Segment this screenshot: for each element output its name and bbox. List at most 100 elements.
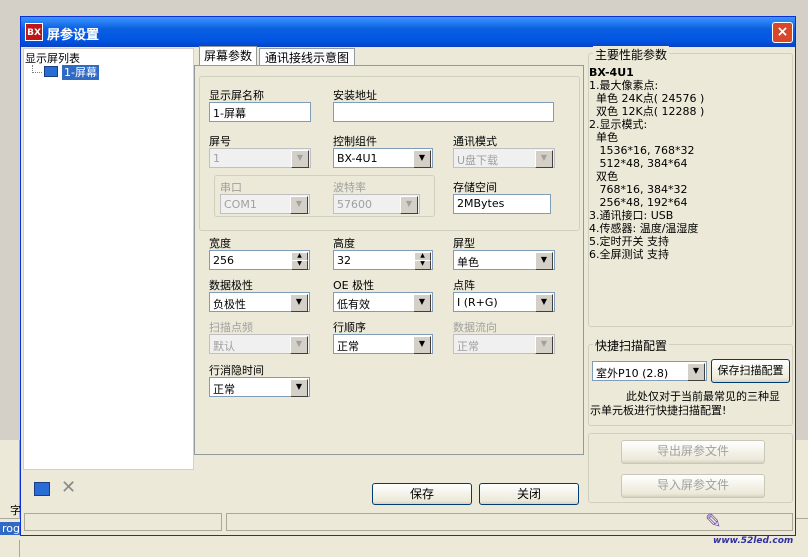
perf-line: 2.显示模式: [589, 118, 648, 131]
chevron-down-icon[interactable]: ▼ [413, 294, 431, 312]
tree-line [32, 65, 42, 73]
width-stepper[interactable]: 256 ▲ ▼ [209, 250, 310, 270]
data-polarity-value: 负极性 [213, 298, 246, 311]
storage-input[interactable]: 2MBytes [453, 194, 551, 214]
perf-line: 双色 12K点( 12288 ) [589, 105, 705, 118]
chevron-down-icon[interactable]: ▼ [413, 150, 431, 168]
perf-title: 主要性能参数 [593, 46, 670, 63]
height-value: 32 [337, 254, 351, 267]
name-label: 显示屏名称 [209, 89, 264, 102]
perf-line: 512*48, 384*64 [589, 157, 688, 170]
storage-label: 存储空间 [453, 181, 497, 194]
chevron-down-icon: ▼ [535, 336, 553, 354]
scan-freq-label: 扫描点频 [209, 321, 253, 334]
add-screen-icon[interactable] [34, 482, 50, 496]
chevron-down-icon: ▼ [290, 336, 308, 354]
save-scan-config-button[interactable]: 保存扫描配置 [711, 359, 790, 383]
oe-polarity-value: 低有效 [337, 298, 370, 311]
background-prog-label: rog [0, 522, 22, 535]
scan-preset-value: 室外P10 (2.8) [596, 367, 669, 380]
control-select[interactable]: BX-4U1 ▼ [333, 148, 433, 168]
scan-freq-value: 默认 [213, 340, 235, 353]
oe-polarity-select[interactable]: 低有效 ▼ [333, 292, 433, 312]
perf-line: 768*16, 384*32 [589, 183, 688, 196]
watermark-graphic: ✎ [705, 509, 722, 533]
watermark-url: www.52led.com [713, 536, 794, 546]
chevron-down-icon[interactable]: ▼ [290, 379, 308, 397]
perf-line: 4.传感器: 温度/温湿度 [589, 222, 699, 235]
name-input[interactable]: 1-屏幕 [209, 102, 311, 122]
perf-line: 5.定时开关 支持 [589, 235, 669, 248]
row-blank-label: 行消隐时间 [209, 364, 264, 377]
scan-preset-select[interactable]: 室外P10 (2.8) ▼ [592, 361, 707, 381]
spin-down-icon[interactable]: ▼ [291, 260, 308, 270]
width-value: 256 [213, 254, 234, 267]
address-input[interactable] [333, 102, 554, 122]
scan-freq-select: 默认 ▼ [209, 334, 310, 354]
data-flow-label: 数据流向 [453, 321, 497, 334]
width-label: 宽度 [209, 237, 231, 250]
perf-line: 256*48, 192*64 [589, 196, 688, 209]
chevron-down-icon[interactable]: ▼ [290, 294, 308, 312]
perf-line: 单色 24K点( 24576 ) [589, 92, 705, 105]
screen-list-item[interactable]: 1-屏幕 [62, 65, 99, 80]
serial-label: 串口 [220, 181, 242, 194]
perf-line: 6.全屏测试 支持 [589, 248, 669, 261]
perf-text: BX-4U1 1.最大像素点: 单色 24K点( 24576 ) 双色 12K点… [589, 66, 789, 261]
control-label: 控制组件 [333, 135, 377, 148]
height-stepper[interactable]: 32 ▲ ▼ [333, 250, 433, 270]
row-order-label: 行顺序 [333, 321, 366, 334]
baud-label: 波特率 [333, 181, 366, 194]
delete-screen-icon[interactable]: ✕ [61, 478, 76, 498]
chevron-down-icon[interactable]: ▼ [413, 336, 431, 354]
monitor-icon [44, 66, 58, 77]
data-polarity-select[interactable]: 负极性 ▼ [209, 292, 310, 312]
row-blank-value: 正常 [213, 383, 235, 396]
baud-value: 57600 [337, 198, 372, 211]
chevron-down-icon[interactable]: ▼ [535, 294, 553, 312]
row-order-select[interactable]: 正常 ▼ [333, 334, 433, 354]
app-logo-icon: BX [25, 23, 43, 41]
address-label: 安装地址 [333, 89, 377, 102]
perf-line: 1.最大像素点: [589, 79, 659, 92]
chevron-down-icon: ▼ [400, 196, 418, 214]
screen-type-select[interactable]: 单色 ▼ [453, 250, 555, 270]
dot-matrix-select[interactable]: I (R+G) ▼ [453, 292, 555, 312]
watermark-logo: ✎ www.52led.com [705, 510, 805, 550]
chevron-down-icon: ▼ [535, 150, 553, 168]
chevron-down-icon[interactable]: ▼ [687, 363, 705, 381]
oe-polarity-label: OE 极性 [333, 279, 375, 292]
close-button[interactable]: 关闭 [479, 483, 579, 505]
export-params-button[interactable]: 导出屏参文件 [621, 440, 765, 464]
height-label: 高度 [333, 237, 355, 250]
close-icon[interactable]: × [772, 22, 793, 43]
spin-down-icon[interactable]: ▼ [414, 260, 431, 270]
perf-line: 1536*16, 768*32 [589, 144, 695, 157]
save-button[interactable]: 保存 [372, 483, 472, 505]
screen-list-header: 显示屏列表 [25, 52, 80, 65]
data-flow-select: 正常 ▼ [453, 334, 555, 354]
perf-model: BX-4U1 [589, 66, 634, 79]
row-order-value: 正常 [337, 340, 359, 353]
screen-no-select: 1 ▼ [209, 148, 311, 168]
control-value: BX-4U1 [337, 152, 378, 165]
params-dialog: BX 屏参设置 × 显示屏列表 1-屏幕 ✕ 屏幕参数 通讯接线示意图 显示屏名… [20, 16, 796, 536]
screen-type-value: 单色 [457, 256, 479, 269]
screen-no-label: 屏号 [209, 135, 231, 148]
import-params-button[interactable]: 导入屏参文件 [621, 474, 765, 498]
chevron-down-icon[interactable]: ▼ [535, 252, 553, 270]
baud-select: 57600 ▼ [333, 194, 420, 214]
comm-mode-label: 通讯模式 [453, 135, 497, 148]
tab-screen-params[interactable]: 屏幕参数 [199, 46, 257, 66]
perf-line: 单色 [589, 131, 618, 144]
title-bar[interactable]: BX 屏参设置 × [21, 17, 795, 47]
data-polarity-label: 数据极性 [209, 279, 253, 292]
data-flow-value: 正常 [457, 340, 479, 353]
comm-mode-select: U盘下载 ▼ [453, 148, 555, 168]
quick-scan-title: 快捷扫描配置 [593, 337, 670, 354]
window-title: 屏参设置 [47, 28, 100, 43]
row-blank-select[interactable]: 正常 ▼ [209, 377, 310, 397]
dot-matrix-label: 点阵 [453, 279, 475, 292]
perf-line: 双色 [589, 170, 618, 183]
tab-wiring-diagram[interactable]: 通讯接线示意图 [259, 48, 355, 66]
